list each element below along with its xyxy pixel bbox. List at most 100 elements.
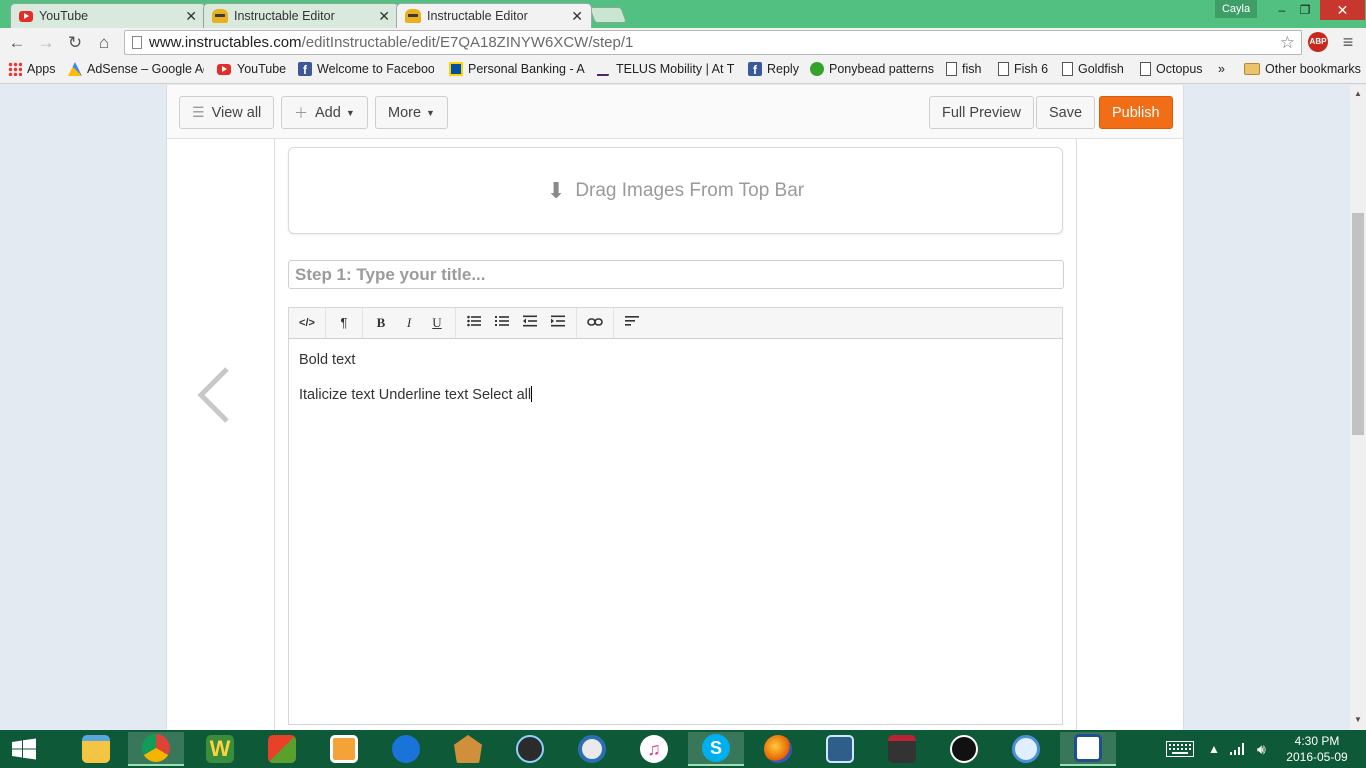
volume-icon[interactable]: 🔊︎ — [1257, 730, 1266, 768]
bookmarks-overflow-button[interactable]: » — [1218, 62, 1225, 76]
bookmark-fish-6[interactable]: Fish 6 — [998, 62, 1048, 76]
chrome-menu-icon[interactable]: ≡ — [1339, 32, 1357, 53]
close-window-button[interactable]: ✕ — [1320, 0, 1365, 20]
media-player-classic-icon[interactable] — [936, 732, 992, 766]
image-drop-zone[interactable]: ⬇ Drag Images From Top Bar — [288, 147, 1063, 234]
adblock-plus-icon[interactable]: ABP — [1308, 32, 1328, 52]
align-icon[interactable] — [618, 311, 646, 335]
bookmark-youtube[interactable]: YouTube — [217, 62, 286, 76]
tab-instructable-editor-1[interactable]: Instructable Editor ✕ — [203, 3, 399, 28]
solitaire-icon[interactable] — [1060, 732, 1116, 766]
close-tab-icon[interactable]: ✕ — [185, 8, 197, 25]
museum-icon[interactable] — [440, 732, 496, 766]
taskbar-clock[interactable]: 4:30 PM 2016-05-09 — [1282, 733, 1352, 765]
new-tab-button[interactable] — [589, 7, 627, 23]
underline-button[interactable]: U — [423, 311, 451, 335]
bookmark-goldfish[interactable]: Goldfish — [1062, 62, 1124, 76]
adsense-icon — [68, 62, 82, 76]
editor-container: ☰ View all ＋ Add ▼ More ▼ Full Preview S… — [166, 85, 1184, 730]
address-bar[interactable]: www.instructables.com/editInstructable/e… — [124, 30, 1302, 55]
numbered-list-icon[interactable] — [488, 311, 516, 335]
bookmark-telus[interactable]: TELUS Mobility | At TE — [597, 62, 735, 76]
bookmarks-bar: Apps AdSense – Google Ad YouTube f Welcom… — [0, 58, 1366, 84]
full-preview-button[interactable]: Full Preview — [929, 96, 1034, 129]
bookmark-personal-banking[interactable]: Personal Banking - Ac — [449, 62, 585, 76]
other-bookmarks-folder[interactable]: Other bookmarks — [1244, 62, 1361, 76]
close-tab-icon[interactable]: ✕ — [378, 8, 390, 25]
text-cursor — [531, 386, 533, 402]
home-icon[interactable]: ⌂ — [93, 32, 115, 54]
document-icon — [946, 62, 957, 76]
bookmark-facebook[interactable]: f Welcome to Faceboo — [298, 62, 434, 76]
outdent-icon[interactable] — [516, 311, 544, 335]
wunderlist-icon[interactable]: W — [192, 732, 248, 766]
scroll-up-arrow-icon[interactable]: ▲ — [1354, 89, 1362, 98]
tab-youtube[interactable]: YouTube ✕ — [10, 3, 206, 28]
office-icon[interactable] — [254, 732, 310, 766]
file-explorer-icon[interactable] — [68, 732, 124, 766]
chrome-icon[interactable] — [128, 732, 184, 766]
back-arrow-icon[interactable]: ← — [6, 32, 28, 54]
indent-icon[interactable] — [544, 311, 572, 335]
signal-icon[interactable] — [1230, 730, 1246, 768]
bold-button[interactable]: B — [367, 311, 395, 335]
bookmark-reply[interactable]: f Reply — [748, 62, 799, 76]
video-editor-icon[interactable] — [502, 732, 558, 766]
toolbar-divider — [455, 308, 456, 338]
remote-desktop-glyph — [826, 735, 854, 763]
reload-icon[interactable]: ↻ — [64, 32, 86, 54]
close-tab-icon[interactable]: ✕ — [571, 8, 583, 25]
editor-top-bar: ☰ View all ＋ Add ▼ More ▼ Full Preview S… — [167, 85, 1183, 139]
maxthon-icon[interactable] — [378, 732, 434, 766]
ponybead-icon — [810, 62, 824, 76]
caret-down-icon: ▼ — [345, 107, 355, 118]
itunes-icon[interactable]: ♫ — [626, 732, 682, 766]
safari-icon[interactable] — [998, 732, 1054, 766]
hiredcam-icon[interactable] — [874, 732, 930, 766]
bookmark-ponybead[interactable]: Ponybead patterns — [810, 62, 934, 76]
page-scrollbar[interactable]: ▲ ▼ — [1350, 85, 1366, 730]
add-button[interactable]: ＋ Add ▼ — [281, 96, 368, 129]
previous-step-arrow-icon[interactable] — [197, 365, 237, 425]
telus-icon — [597, 62, 614, 76]
paragraph-format-button[interactable]: ¶ — [330, 311, 358, 335]
restore-button[interactable]: ❐ — [1291, 0, 1319, 20]
skype-icon[interactable]: S — [688, 732, 744, 766]
tab-instructable-editor-2[interactable]: Instructable Editor ✕ — [396, 3, 592, 28]
clock-time: 4:30 PM — [1294, 734, 1340, 748]
lens-icon[interactable] — [564, 732, 620, 766]
windows-start-icon[interactable] — [0, 730, 48, 768]
bookmark-apps[interactable]: Apps — [8, 62, 56, 76]
save-button[interactable]: Save — [1036, 96, 1096, 129]
bookmark-fish[interactable]: fish — [946, 62, 981, 76]
html-source-button[interactable]: </> — [293, 311, 321, 335]
publish-button[interactable]: Publish — [1099, 96, 1173, 129]
bookmark-label: fish — [962, 62, 982, 76]
forward-arrow-icon[interactable]: → — [35, 32, 57, 54]
media-player-icon[interactable] — [316, 732, 372, 766]
toolbar-divider — [325, 308, 326, 338]
scrollbar-thumb[interactable] — [1352, 213, 1364, 435]
bookmark-octopus[interactable]: Octopus — [1140, 62, 1203, 76]
keyboard-icon[interactable] — [1166, 730, 1194, 768]
scroll-down-arrow-icon[interactable]: ▼ — [1354, 715, 1362, 724]
firefox-icon[interactable] — [750, 732, 806, 766]
more-button[interactable]: More ▼ — [375, 96, 448, 129]
bookmark-label: Welcome to Faceboo — [317, 62, 434, 76]
bookmark-star-icon[interactable]: ☆ — [1280, 31, 1295, 54]
view-all-button[interactable]: ☰ View all — [179, 96, 275, 129]
remote-desktop-icon[interactable] — [812, 732, 868, 766]
hiredcam-glyph — [888, 735, 916, 763]
step-body-editor[interactable]: Bold text Italicize text Underline text … — [288, 339, 1063, 725]
link-icon[interactable] — [581, 311, 609, 335]
instructables-robot-icon — [405, 9, 421, 23]
wunderlist-glyph: W — [206, 735, 234, 763]
show-hidden-icons-chevron-icon[interactable]: ▲ — [1208, 730, 1220, 768]
bookmark-adsense[interactable]: AdSense – Google Ad — [68, 62, 204, 76]
bullet-list-icon[interactable] — [460, 311, 488, 335]
italic-button[interactable]: I — [395, 311, 423, 335]
page-viewport: ☰ View all ＋ Add ▼ More ▼ Full Preview S… — [0, 85, 1350, 730]
step-title-input[interactable]: Step 1: Type your title... — [288, 260, 1064, 289]
profile-name[interactable]: Cayla — [1215, 0, 1257, 18]
firefox-glyph — [764, 735, 792, 763]
